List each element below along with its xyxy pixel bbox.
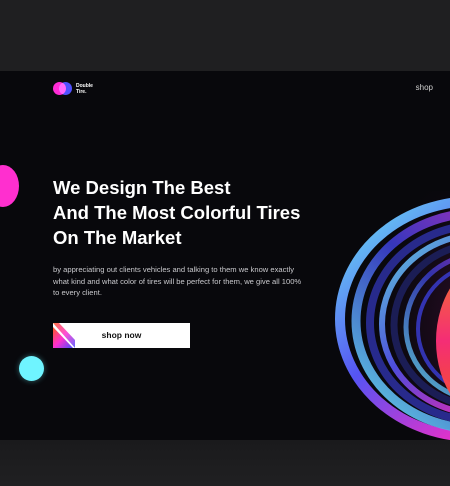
top-spacer <box>0 0 450 71</box>
brand-name-line1: Double <box>76 82 93 89</box>
decorative-cyan-circle <box>19 356 44 381</box>
hero-description: by appreciating out clients vehicles and… <box>53 265 302 297</box>
brand-name: Double Tire. <box>76 83 93 95</box>
shop-now-label: shop now <box>101 330 142 340</box>
headline-line-1: We Design The Best <box>53 177 231 198</box>
colorful-tire-illustration <box>330 191 450 440</box>
hero-section: Double Tire. shop We Design The Best And… <box>0 71 450 440</box>
nav-shop-link[interactable]: shop <box>416 83 433 92</box>
hero-headline: We Design The Best And The Most Colorful… <box>53 175 343 250</box>
brand-logo[interactable]: Double Tire. <box>53 82 93 95</box>
headline-line-3: On The Market <box>53 227 182 248</box>
double-circle-logo-icon <box>53 82 72 95</box>
decorative-pink-circle <box>0 165 19 207</box>
bottom-spacer <box>0 440 450 486</box>
brand-name-line2: Tire. <box>76 88 87 95</box>
shop-now-button[interactable]: shop now <box>53 323 190 348</box>
headline-line-2: And The Most Colorful Tires <box>53 202 301 223</box>
